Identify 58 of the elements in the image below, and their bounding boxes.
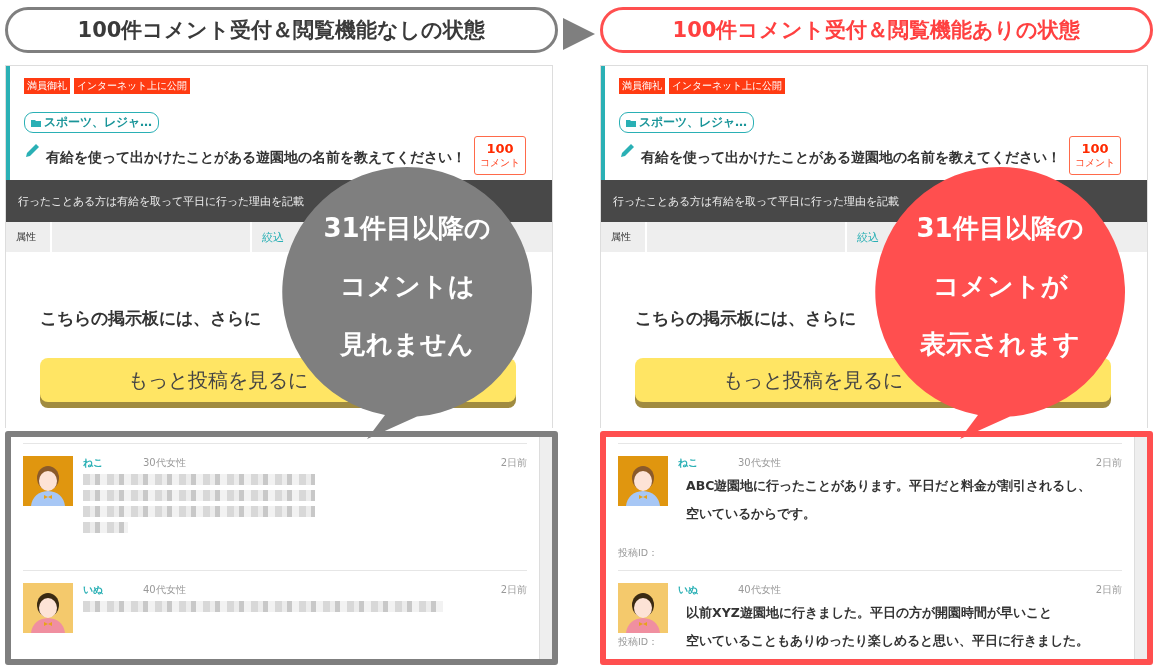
post-time: 2日前 (500, 582, 527, 597)
comparison-heading: 100件コメント受付＆閲覧機能ありの状態 (600, 7, 1153, 53)
user-attribute: 40代女性 (143, 582, 187, 597)
user-attribute: 40代女性 (738, 582, 782, 597)
category-link[interactable]: スポーツ、レジャ… (619, 112, 754, 133)
count-number: 100 (486, 141, 514, 156)
comment-text: ABC遊園地に行ったことがあります。平日だと料金が割引されるし、 (686, 477, 1092, 495)
narrow-label: 絞込 (857, 229, 879, 245)
callout-text: コメントが (932, 270, 1068, 303)
description-text: 行ったことある方は有給を取って平日に行った理由を記載 (18, 193, 304, 209)
status-tag: 満員御礼 (619, 78, 665, 94)
avatar-icon (618, 456, 668, 506)
comment-text: 以前XYZ遊園地に行きました。平日の方が開園時間が早いこと (686, 603, 1052, 622)
callout-text: コメントは (339, 270, 475, 303)
pencil-icon (24, 143, 40, 159)
comment-text: 空いていることもありゆったり楽しめると思い、平日に行きました。 (686, 631, 1089, 650)
post-id-label: 投稿ID： (618, 636, 660, 649)
comment-text: 空いているからです。 (686, 505, 816, 523)
post-time: 2日前 (1095, 582, 1122, 597)
callout-text: 31件目以降の (916, 212, 1084, 245)
folder-icon (626, 118, 636, 127)
comparison-heading: 100件コメント受付＆閲覧機能なしの状態 (5, 7, 558, 53)
post-id-label: 投稿ID： (618, 546, 660, 560)
count-label: コメント (480, 156, 520, 170)
user-name[interactable]: いぬ (678, 582, 738, 597)
callout-text: 表示されます (920, 328, 1080, 361)
user-name[interactable]: ねこ (83, 456, 143, 470)
blurred-text (83, 522, 128, 533)
scrollbar[interactable] (539, 437, 552, 659)
status-tag: インターネット上に公開 (74, 78, 190, 94)
avatar-icon (23, 456, 73, 506)
scrollbar[interactable] (1134, 437, 1147, 659)
pencil-icon (619, 143, 635, 159)
user-name[interactable]: いぬ (83, 582, 143, 597)
status-tag: インターネット上に公開 (669, 78, 785, 94)
post-time: 2日前 (500, 456, 527, 470)
filter-label: 属性 (16, 230, 36, 244)
count-label: コメント (1075, 156, 1115, 170)
filter-label: 属性 (611, 230, 631, 244)
user-name[interactable]: ねこ (678, 456, 738, 470)
avatar-icon (23, 582, 73, 633)
user-attribute: 30代女性 (143, 456, 187, 470)
category-link[interactable]: スポーツ、レジャ… (24, 112, 159, 133)
avatar-icon (618, 582, 668, 633)
narrow-label: 絞込 (262, 229, 284, 245)
arrow-right-icon (563, 18, 595, 50)
count-number: 100 (1081, 141, 1109, 156)
status-tag: 満員御礼 (24, 78, 70, 94)
folder-icon (31, 118, 41, 127)
notice-text: こちらの掲示板には、さらに (635, 307, 856, 330)
callout-text: 見れません (340, 328, 474, 361)
user-attribute: 30代女性 (738, 456, 782, 470)
callout-text: 31件目以降の (323, 212, 491, 245)
question-title: 有給を使って出かけたことがある遊園地の名前を教えてください！ (641, 149, 1061, 167)
question-title: 有給を使って出かけたことがある遊園地の名前を教えてください！ (46, 149, 466, 167)
description-text: 行ったことある方は有給を取って平日に行った理由を記載 (613, 193, 899, 209)
post-time: 2日前 (1095, 456, 1122, 470)
notice-text: こちらの掲示板には、さらに (40, 307, 261, 330)
